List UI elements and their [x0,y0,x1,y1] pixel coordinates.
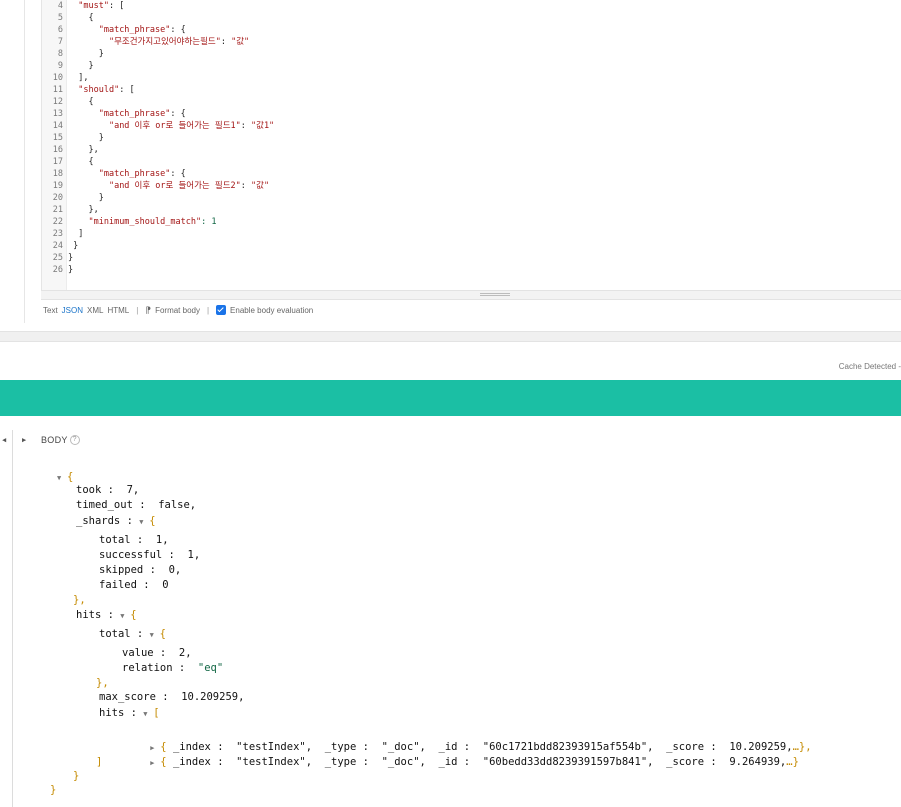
request-body-panel: 4 5 6 7 8 9 10 11 12 13 14 15 16 17 18 19 20 21 22 23 24 25 26… [24,0,901,323]
line-number: 19 [52,181,63,191]
toolbar-divider: | [206,305,210,315]
body-label-text: BODY [41,435,68,445]
code-line[interactable]: { [68,12,93,24]
code-line[interactable]: } [68,252,73,264]
toggle-icon[interactable]: ▼ [143,707,153,722]
line-number: 22 [52,217,63,227]
code-line[interactable]: { [68,96,93,108]
format-text-tab[interactable]: Text [43,306,58,315]
code-line[interactable]: { [68,156,93,168]
line-number: 10 [52,73,63,83]
toolbar-divider: | [136,305,139,315]
code-line[interactable]: "match_phrase": { [68,24,186,36]
help-icon[interactable]: ? [69,435,80,445]
code-line[interactable]: }, [68,204,98,216]
code-line[interactable]: } [68,240,78,252]
body-section-label: BODY? [41,435,80,445]
hit-row[interactable]: ▶{ _index : "testIndex", _type : "_doc",… [125,725,811,753]
json-row-value: value : 2, [122,647,192,659]
json-row-hits[interactable]: hits : ▼{ [76,608,137,623]
json-row-took: took : 7, [76,484,140,496]
code-line[interactable]: } [68,60,93,72]
line-number: 17 [52,157,63,167]
json-root-close: } [50,784,57,796]
line-number: 18 [52,169,63,179]
line-number: 5 [57,13,63,23]
line-number: 7 [57,37,63,47]
code-line[interactable]: } [68,132,104,144]
line-number: 15 [52,133,63,143]
enable-eval-label: Enable body evaluation [230,305,314,315]
cache-detected-note: Cache Detected - [838,362,901,371]
response-status-bar [0,380,901,416]
enable-eval-checkbox[interactable] [216,305,227,315]
code-line[interactable]: } [68,192,104,204]
format-json-tab[interactable]: JSON [62,306,83,315]
toggle-icon[interactable]: ▼ [139,515,149,530]
editor-resize-handle[interactable] [41,290,901,300]
json-row-max-score: max_score : 10.209259, [99,691,245,703]
json-row-hits-array[interactable]: hits : ▼[ [99,706,160,721]
body-divider-line [12,430,13,807]
format-body-button[interactable]: Format body [155,306,200,315]
code-line[interactable]: } [68,48,104,60]
expand-right-icon[interactable]: ▶ [22,436,26,444]
panel-separator[interactable] [0,331,901,342]
line-number: 21 [52,205,63,215]
line-number: 6 [57,25,63,35]
format-body-icon: ⁋ [145,304,152,315]
toggle-icon[interactable]: ▼ [57,471,67,486]
line-number: 20 [52,193,63,203]
json-total-close: }, [96,677,109,689]
code-line[interactable]: ] [68,228,83,240]
toggle-icon[interactable]: ▼ [120,609,130,624]
json-row-timed-out: timed_out : false, [76,499,197,511]
line-number: 11 [52,85,63,95]
line-number: 13 [52,109,63,119]
json-row-relation: relation : "eq" [122,662,224,674]
code-line[interactable]: "match_phrase": { [68,108,186,120]
code-line[interactable]: } [68,264,73,276]
line-number-gutter: 4 5 6 7 8 9 10 11 12 13 14 15 16 17 18 19 20 21 22 23 24 25 26 [42,0,67,290]
expand-right-icon[interactable]: ▶ [150,756,160,771]
json-root-open[interactable]: ▼{ [57,470,73,485]
line-number: 23 [52,229,63,239]
code-line[interactable]: "must": [ [68,0,124,12]
body-format-toolbar: Text JSON XML HTML | ⁋ Format body | Ena… [43,303,313,317]
json-row-shards[interactable]: _shards : ▼{ [76,514,156,529]
json-shards-close: }, [73,594,86,606]
json-row-successful: successful : 1, [99,549,201,561]
json-row-hits-total[interactable]: total : ▼{ [99,627,166,642]
json-row-skipped: skipped : 0, [99,564,182,576]
json-hits-array-close: ] [96,756,103,768]
code-line[interactable]: }, [68,144,98,156]
toggle-icon[interactable]: ▼ [150,628,160,643]
line-number: 9 [57,61,63,71]
line-number: 24 [52,241,63,251]
line-number: 8 [57,49,63,59]
line-number: 26 [52,265,63,275]
code-line[interactable]: "minimum_should_match": 1 [68,216,216,228]
code-line[interactable]: "and 이후 or로 들어가는 필드1": "값1" [68,120,274,132]
line-number: 16 [52,145,63,155]
resize-grip-icon [480,293,510,296]
code-line[interactable]: "match_phrase": { [68,168,186,180]
code-line[interactable]: "무조건가지고있어야하는필드": "값" [68,36,249,48]
code-line[interactable]: "and 이후 or로 들어가는 필드2": "값" [68,180,269,192]
format-xml-tab[interactable]: XML [87,306,103,315]
code-editor[interactable]: 4 5 6 7 8 9 10 11 12 13 14 15 16 17 18 19 20 21 22 23 24 25 26… [41,0,901,290]
line-number: 12 [52,97,63,107]
json-row-failed: failed : 0 [99,579,169,591]
hit-row[interactable]: ▶{ _index : "testIndex", _type : "_doc",… [125,740,799,768]
json-hits-close: } [73,770,80,782]
collapse-left-icon[interactable]: ◀ [2,436,6,444]
code-line[interactable]: ], [68,72,88,84]
line-number: 25 [52,253,63,263]
json-row-shards-total: total : 1, [99,534,169,546]
format-html-tab[interactable]: HTML [107,306,129,315]
code-line[interactable]: "should": [ [68,84,134,96]
line-number: 4 [57,1,63,11]
line-number: 14 [52,121,63,131]
